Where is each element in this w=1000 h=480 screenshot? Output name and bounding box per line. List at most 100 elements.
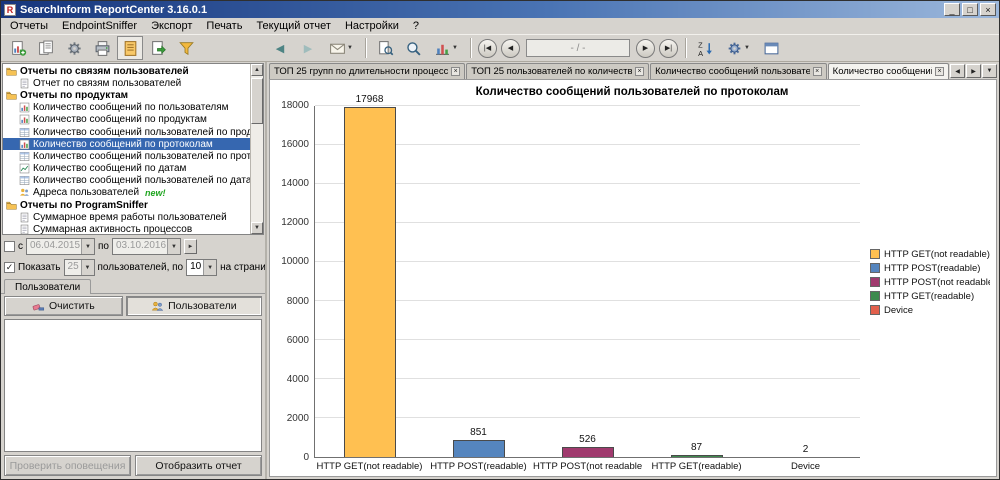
back-button[interactable]: ◀ bbox=[267, 36, 293, 60]
folder-icon bbox=[6, 90, 17, 101]
tree-item-суммарное-время-работы-пользователей[interactable]: Суммарное время работы пользователей bbox=[3, 211, 250, 223]
bar-chart-icon bbox=[436, 44, 449, 55]
close-button[interactable]: × bbox=[980, 3, 996, 16]
combo-arrow-icon[interactable]: ▼ bbox=[203, 260, 217, 275]
report-tab-количество-сообщений-пользовател[interactable]: Количество сообщений пользователей по дн… bbox=[650, 63, 827, 79]
tree-item-label: Отчеты по продуктам bbox=[20, 89, 129, 101]
tab-close-icon[interactable]: × bbox=[635, 67, 645, 76]
report-icon bbox=[19, 224, 30, 234]
tree-item-label: Количество сообщений пользователей по пр… bbox=[33, 150, 250, 162]
maximize-button[interactable]: □ bbox=[962, 3, 978, 16]
tab-scroll-left-button[interactable]: ◀ bbox=[950, 64, 965, 78]
scroll-down-button[interactable]: ▼ bbox=[251, 222, 263, 234]
y-tick-12000: 12000 bbox=[281, 217, 309, 229]
menu-[interactable]: ? bbox=[406, 19, 426, 33]
tab-close-icon[interactable]: × bbox=[451, 67, 461, 76]
bar-slot-http-get-readable: 87 bbox=[642, 106, 751, 457]
scroll-up-button[interactable]: ▲ bbox=[251, 64, 263, 76]
bar-http-post-not-readable[interactable] bbox=[561, 446, 614, 457]
y-axis: 0 2000 4000 6000 8000 10000 12000 14000 16000 180… bbox=[274, 101, 314, 463]
date-to-combo[interactable]: 03.10.2016 ▼ bbox=[111, 238, 181, 255]
users-button-label: Пользователи bbox=[168, 300, 237, 312]
tab-users[interactable]: Пользователи bbox=[4, 279, 92, 294]
date-from-combo[interactable]: 06.04.2015 ▼ bbox=[26, 238, 95, 255]
first-page-button[interactable]: |◀ bbox=[478, 38, 497, 58]
new-report-button[interactable] bbox=[5, 36, 31, 60]
tab-close-icon[interactable]: × bbox=[935, 67, 944, 76]
tree-item-label: Отчет по связям пользователей bbox=[33, 77, 182, 89]
legend-swatch bbox=[870, 277, 880, 287]
combo-arrow-icon[interactable]: ▼ bbox=[81, 239, 94, 254]
bar-http-get-readable[interactable] bbox=[670, 455, 723, 457]
report-settings-button[interactable] bbox=[61, 36, 87, 60]
report-tab-топ-25-групп-по-длительности-про[interactable]: ТОП 25 групп по длительности процессов п… bbox=[269, 63, 466, 79]
tree-item-суммарная-активность-процессов[interactable]: Суммарная активность процессов bbox=[3, 223, 250, 234]
menu-endpointsniffer[interactable]: EndpointSniffer bbox=[55, 19, 144, 33]
date-filter-checkbox[interactable] bbox=[4, 241, 15, 252]
tree-item-количество-сообщений-по-продуктам[interactable]: Количество сообщений по продуктам bbox=[3, 114, 250, 126]
check-alerts-button[interactable]: Проверить оповещения bbox=[4, 455, 131, 476]
chart-type-button[interactable]: ▼ bbox=[428, 36, 464, 60]
per-page-combo[interactable]: 10 ▼ bbox=[186, 259, 218, 276]
users-count-combo[interactable]: 25 ▼ bbox=[63, 259, 95, 276]
tree-item-отчеты-по-связям-пользователей[interactable]: Отчеты по связям пользователей bbox=[3, 65, 250, 77]
export-report-button[interactable] bbox=[145, 36, 171, 60]
zoom-button[interactable] bbox=[400, 36, 426, 60]
forward-button[interactable]: ▶ bbox=[295, 36, 321, 60]
report-wizard-button[interactable] bbox=[117, 36, 143, 60]
tree-item-количество-сообщений-пользователей-по-дата[interactable]: Количество сообщений пользователей по да… bbox=[3, 175, 250, 187]
view-settings-button[interactable]: ▼ bbox=[720, 36, 756, 60]
prev-page-button[interactable]: ◀ bbox=[501, 38, 520, 58]
tab-close-icon[interactable]: × bbox=[812, 67, 822, 76]
menu-настройки[interactable]: Настройки bbox=[338, 19, 406, 33]
send-report-button[interactable]: ▼ bbox=[323, 36, 359, 60]
tree-item-количество-сообщений-пользователей-по-прот[interactable]: Количество сообщений пользователей по пр… bbox=[3, 150, 250, 162]
scroll-track[interactable] bbox=[251, 76, 263, 222]
last-page-button[interactable]: ▶| bbox=[659, 38, 678, 58]
minimize-button[interactable]: _ bbox=[944, 3, 960, 16]
print-button[interactable] bbox=[89, 36, 115, 60]
bar-value-http-get-readable: 87 bbox=[690, 442, 703, 454]
tree-item-количество-сообщений-по-датам[interactable]: Количество сообщений по датам bbox=[3, 163, 250, 175]
users-list[interactable] bbox=[4, 319, 262, 452]
menu-отчеты[interactable]: Отчеты bbox=[3, 19, 55, 33]
show-report-button[interactable]: Отобразить отчет bbox=[135, 455, 262, 476]
tree-item-количество-сообщений-по-пользователям[interactable]: Количество сообщений по пользователям bbox=[3, 102, 250, 114]
print-preview-button[interactable] bbox=[372, 36, 398, 60]
tree-item-адреса-пользователей[interactable]: Адреса пользователей new! bbox=[3, 187, 250, 199]
tab-label: Количество сообщений пользо bbox=[832, 66, 932, 77]
tab-list-button[interactable]: ▼ bbox=[982, 64, 997, 78]
next-page-button[interactable]: ▶ bbox=[636, 38, 655, 58]
report-tab-количество-сообщений-пользо[interactable]: Количество сообщений пользо× bbox=[827, 63, 949, 79]
clear-button-label: Очистить bbox=[49, 300, 95, 312]
combo-arrow-icon[interactable]: ▼ bbox=[80, 260, 94, 275]
chart-legend: HTTP GET(not readable) HTTP POST(readable… bbox=[860, 106, 990, 458]
tree-item-label: Отчеты по ProgramSniffer bbox=[20, 199, 148, 211]
bar-slot-http-post-not-readable: 526 bbox=[533, 106, 642, 457]
tree-scrollbar[interactable]: ▲ ▼ bbox=[250, 64, 263, 234]
show-users-checkbox[interactable]: ✓ bbox=[4, 262, 15, 273]
menu-печать[interactable]: Печать bbox=[199, 19, 249, 33]
tab-scroll-right-button[interactable]: ▶ bbox=[966, 64, 981, 78]
reports-list-button[interactable] bbox=[33, 36, 59, 60]
users-button[interactable]: Пользователи bbox=[125, 296, 262, 316]
bar-http-post-readable[interactable] bbox=[452, 440, 505, 457]
tree-item-количество-сообщений-пользователей-по-прод[interactable]: Количество сообщений пользователей по пр… bbox=[3, 126, 250, 138]
date-options-button[interactable]: ► bbox=[183, 239, 197, 254]
filter-button[interactable] bbox=[173, 36, 199, 60]
clear-button[interactable]: Очистить bbox=[4, 296, 123, 316]
menu-экспорт[interactable]: Экспорт bbox=[144, 19, 199, 33]
menu-текущий-отчет[interactable]: Текущий отчет bbox=[249, 19, 338, 33]
report-tab-топ-25-пользователей-по-количест[interactable]: ТОП 25 пользователей по количеству сообщ… bbox=[466, 63, 650, 79]
scroll-thumb[interactable] bbox=[251, 78, 263, 124]
tree-item-отчеты-по-продуктам[interactable]: Отчеты по продуктам bbox=[3, 89, 250, 101]
sort-button[interactable]: ZA bbox=[692, 36, 718, 60]
magnifier-icon bbox=[406, 41, 421, 56]
window-button[interactable] bbox=[758, 36, 784, 60]
combo-arrow-icon[interactable]: ▼ bbox=[166, 239, 180, 254]
tree-item-количество-сообщений-по-протоколам[interactable]: Количество сообщений по протоколам bbox=[3, 138, 250, 151]
bar-http-get-not-readable[interactable] bbox=[343, 106, 396, 457]
check-alerts-label: Проверить оповещения bbox=[9, 459, 126, 472]
tree-item-отчеты-по-programsniffer[interactable]: Отчеты по ProgramSniffer bbox=[3, 199, 250, 211]
tree-item-отчет-по-связям-пользователей[interactable]: Отчет по связям пользователей bbox=[3, 77, 250, 89]
